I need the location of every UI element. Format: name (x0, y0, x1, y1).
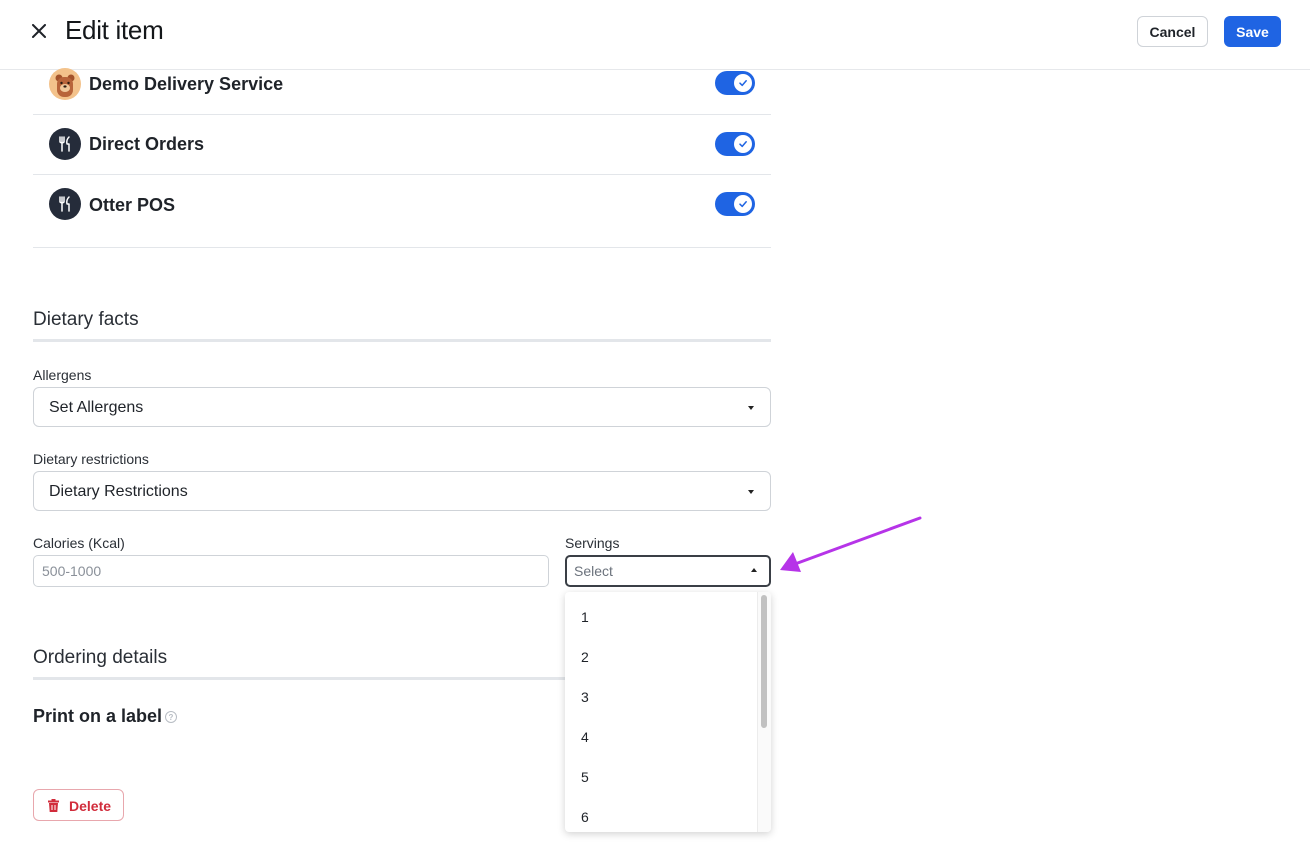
channel-toggle[interactable] (715, 132, 755, 156)
check-icon (734, 74, 752, 92)
dropdown-option[interactable]: 1 (565, 597, 757, 637)
save-button[interactable]: Save (1224, 16, 1281, 47)
allergens-value: Set Allergens (49, 399, 144, 416)
check-icon (734, 135, 752, 153)
dietary-section-title: Dietary facts (33, 309, 139, 330)
channel-label: Otter POS (89, 195, 176, 215)
delete-button[interactable]: Delete (33, 789, 124, 821)
delete-label: Delete (69, 798, 112, 814)
channel-toggle[interactable] (715, 71, 755, 95)
dropdown-option[interactable]: 6 (565, 797, 757, 832)
dropdown-scrollbar-thumb[interactable] (761, 595, 767, 728)
allergens-label: Allergens (33, 367, 92, 383)
ordering-section-title: Ordering details (33, 647, 168, 668)
cancel-button[interactable]: Cancel (1137, 16, 1208, 47)
servings-dropdown: 1 2 3 4 5 6 (565, 592, 771, 832)
caret-down-icon (748, 490, 754, 494)
channel-label: Demo Delivery Service (89, 74, 284, 94)
trash-icon (48, 799, 59, 812)
page-title: Edit item (65, 15, 164, 45)
caret-up-icon (751, 568, 757, 572)
close-icon[interactable] (26, 18, 52, 44)
allergens-select[interactable]: Set Allergens (33, 387, 771, 427)
fork-knife-icon (49, 128, 81, 160)
section-divider (33, 339, 771, 342)
check-icon (734, 195, 752, 213)
servings-label: Servings (565, 535, 620, 551)
dropdown-option[interactable]: 2 (565, 637, 757, 677)
calories-label: Calories (Kcal) (33, 535, 125, 551)
servings-select[interactable]: Select (565, 555, 771, 587)
dropdown-option[interactable]: 4 (565, 717, 757, 757)
caret-down-icon (748, 406, 754, 410)
fork-knife-icon (49, 188, 81, 220)
dietary-restrictions-label: Dietary restrictions (33, 451, 149, 467)
channel-toggle[interactable] (715, 192, 755, 216)
channel-label: Direct Orders (89, 134, 205, 154)
channel-row-demo-delivery: Demo Delivery Service (33, 55, 771, 115)
bear-avatar-icon (49, 68, 81, 100)
annotation-arrow-icon (780, 516, 922, 572)
channel-row-direct-orders: Direct Orders (33, 115, 771, 175)
servings-placeholder: Select (574, 563, 613, 579)
dietary-restrictions-value: Dietary Restrictions (49, 483, 188, 500)
help-icon[interactable]: ? (165, 711, 177, 723)
dietary-restrictions-select[interactable]: Dietary Restrictions (33, 471, 771, 511)
channel-row-otter-pos: Otter POS (33, 176, 771, 248)
dropdown-option[interactable]: 5 (565, 757, 757, 797)
calories-input[interactable] (33, 555, 549, 587)
dropdown-option[interactable]: 3 (565, 677, 757, 717)
print-on-label-title: Print on a label (33, 706, 163, 726)
